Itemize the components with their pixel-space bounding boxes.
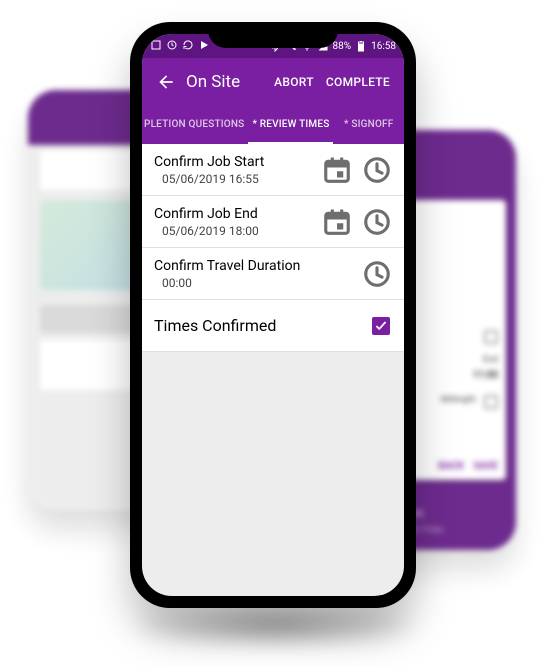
calendar-icon[interactable]	[320, 153, 354, 187]
calendar-icon[interactable]	[320, 205, 354, 239]
checkbox-icon[interactable]	[372, 317, 390, 335]
tab-review-times[interactable]: * REVIEW TIMES	[248, 106, 333, 144]
tab-signoff[interactable]: * SIGNOFF	[333, 106, 404, 144]
page-title: On Site	[186, 72, 240, 92]
phone-notch	[208, 22, 338, 48]
row-job-start: Confirm Job Start 05/06/2019 16:55	[142, 144, 404, 196]
sync-icon	[166, 39, 178, 54]
row-value: 05/06/2019 16:55	[154, 170, 320, 186]
clock-icon[interactable]	[360, 205, 394, 239]
row-travel-duration: Confirm Travel Duration 00:00	[142, 248, 404, 300]
notification-icon	[150, 39, 162, 54]
clock-icon[interactable]	[360, 153, 394, 187]
row-value: 05/06/2019 18:00	[154, 222, 320, 238]
row-label: Confirm Travel Duration	[154, 258, 360, 274]
row-value: 00:00	[154, 274, 360, 290]
phone-frame: 88% 16:58 On Site ABORT COMPLETE PLETION…	[130, 22, 416, 608]
phone-screen: 88% 16:58 On Site ABORT COMPLETE PLETION…	[142, 34, 404, 596]
tab-completion-questions[interactable]: PLETION QUESTIONS	[142, 106, 248, 144]
battery-icon	[355, 40, 367, 52]
back-button[interactable]	[150, 66, 182, 98]
status-clock: 16:58	[371, 41, 396, 52]
refresh-icon	[182, 39, 194, 54]
row-label: Times Confirmed	[154, 316, 276, 335]
times-list: Confirm Job Start 05/06/2019 16:55 Confi…	[142, 144, 404, 352]
play-icon	[198, 39, 210, 54]
complete-button[interactable]: COMPLETE	[320, 75, 396, 89]
row-job-end: Confirm Job End 05/06/2019 18:00	[142, 196, 404, 248]
row-label: Confirm Job Start	[154, 154, 320, 170]
tab-strip: PLETION QUESTIONS * REVIEW TIMES * SIGNO…	[142, 106, 404, 144]
row-times-confirmed[interactable]: Times Confirmed	[142, 300, 404, 352]
clock-icon[interactable]	[360, 257, 394, 291]
battery-pct: 88%	[333, 41, 352, 52]
abort-button[interactable]: ABORT	[268, 75, 320, 89]
row-label: Confirm Job End	[154, 206, 320, 222]
app-bar: On Site ABORT COMPLETE	[142, 58, 404, 106]
